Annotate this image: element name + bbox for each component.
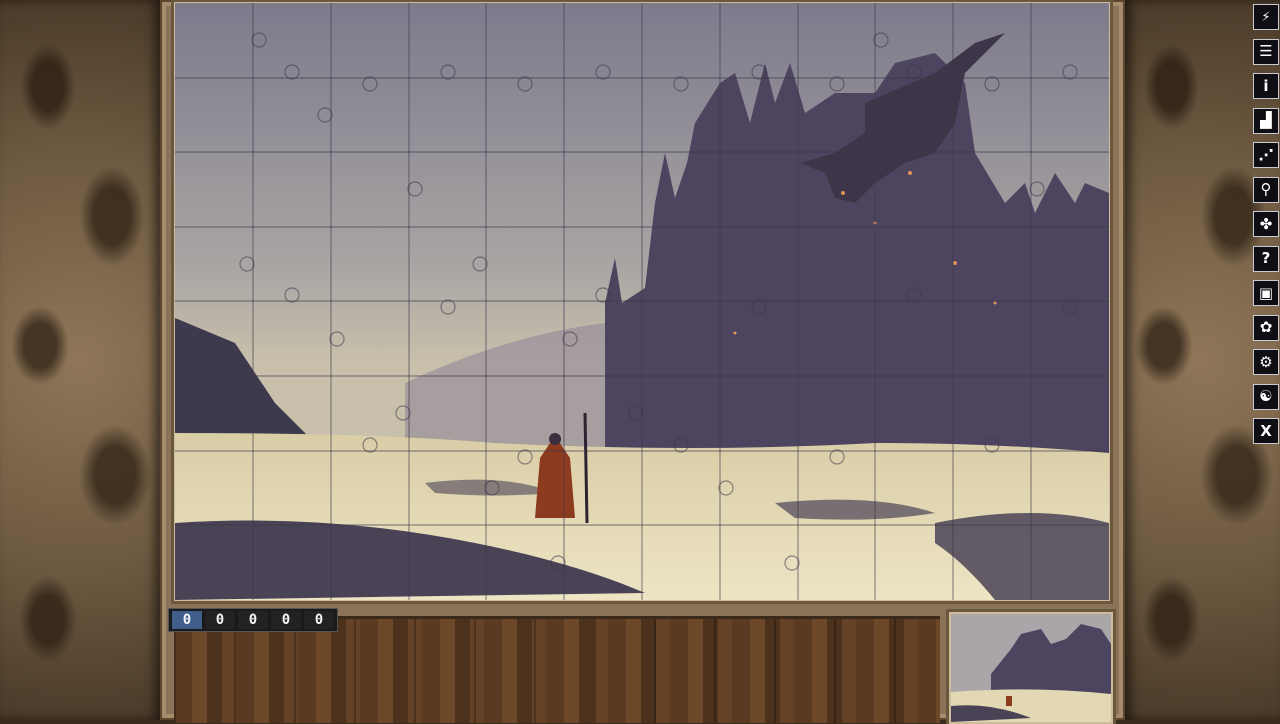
counter-digit: 0 [172,611,202,629]
counter-digit: 0 [238,611,268,629]
right-toolbar: ⚡ ☰ i ▟ ⋰ ⚲ ✤ ? ▣ ✿ ⚙ ☯ X [1253,4,1279,453]
counter-digit: 0 [304,611,334,629]
piece-icon[interactable]: ✤ [1253,211,1279,237]
hint-icon[interactable]: ? [1253,245,1279,272]
preview-icon[interactable]: ▣ [1253,280,1279,306]
sort-pieces-icon[interactable]: ⋰ [1253,142,1279,168]
piece-tray[interactable] [174,616,940,723]
left-damask-panel [0,0,160,720]
edge-pieces-icon[interactable]: ▟ [1253,107,1279,134]
zoom-icon[interactable]: ⚲ [1253,176,1279,203]
counter-digit: 0 [205,611,235,629]
menu-list-icon[interactable]: ☰ [1253,38,1279,65]
counter-digit: 0 [271,611,301,629]
settings-icon[interactable]: ⚙ [1253,349,1279,375]
move-counter: 0 0 0 0 0 [168,608,338,632]
preview-thumbnail[interactable] [949,612,1113,724]
close-icon[interactable]: X [1253,418,1279,444]
background-icon[interactable]: ✿ [1253,314,1279,341]
ghost-icon[interactable]: ☯ [1253,383,1279,410]
puzzle-board[interactable] [174,2,1110,601]
shuffle-pieces-icon[interactable]: ⚡ [1253,4,1279,30]
info-icon[interactable]: i [1253,73,1279,99]
